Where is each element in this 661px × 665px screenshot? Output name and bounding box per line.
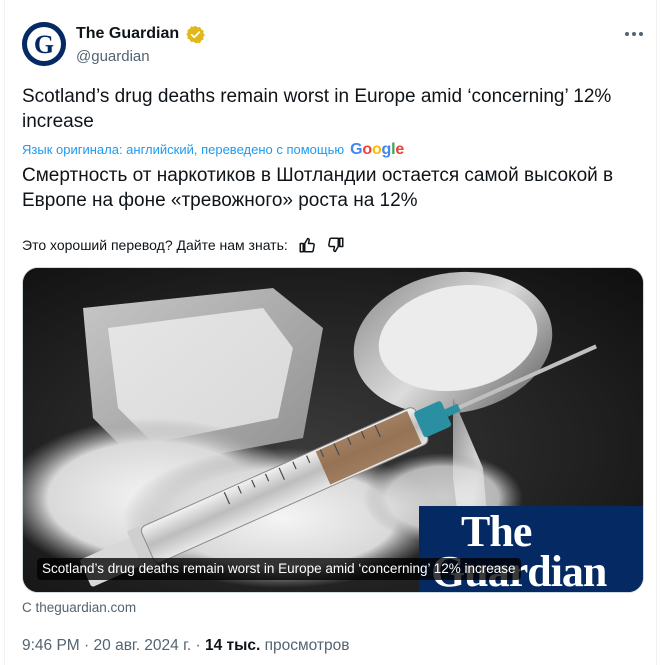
dot	[625, 32, 629, 36]
google-logo: Google	[350, 141, 405, 158]
tweet-time[interactable]: 9:46 PM	[22, 637, 80, 654]
translation-note-text: Язык оригинала: английский, переведено с…	[22, 142, 345, 157]
card-source-link[interactable]: С theguardian.com	[22, 599, 136, 617]
meta-separator: ·	[195, 637, 201, 654]
meta-separator: ·	[84, 637, 90, 654]
avatar[interactable]: G	[22, 22, 66, 66]
handle[interactable]: @guardian	[76, 47, 150, 66]
link-card-image[interactable]: The Guardian Scotland’s drug deaths rema…	[22, 267, 644, 593]
card-caption: Scotland’s drug deaths remain worst in E…	[37, 558, 521, 580]
more-dots-icon[interactable]	[622, 24, 646, 44]
display-name[interactable]: The Guardian	[76, 24, 179, 44]
verified-badge-icon[interactable]	[186, 25, 205, 44]
feedback-prompt: Это хороший перевод? Дайте нам знать:	[22, 237, 288, 253]
thumbs-down-icon[interactable]	[326, 235, 346, 255]
views-count[interactable]: 14 тыс.	[205, 637, 260, 654]
dot	[639, 32, 643, 36]
translation-note[interactable]: Язык оригинала: английский, переведено с…	[22, 141, 404, 159]
translation-feedback: Это хороший перевод? Дайте нам знать:	[22, 235, 346, 255]
tweet-date[interactable]: 20 авг. 2024 г.	[94, 637, 192, 654]
thumbs-up-icon[interactable]	[297, 235, 317, 255]
tweet-text: Scotland’s drug deaths remain worst in E…	[22, 86, 612, 132]
views-label[interactable]: просмотров	[265, 637, 350, 654]
tweet-meta: 9:46 PM · 20 авг. 2024 г. · 14 тыс. прос…	[22, 636, 350, 656]
translated-text: Смертность от наркотиков в Шотландии ост…	[22, 165, 614, 211]
svg-text:G: G	[34, 30, 54, 59]
guardian-logo-icon: G	[22, 22, 66, 66]
dot	[632, 32, 636, 36]
